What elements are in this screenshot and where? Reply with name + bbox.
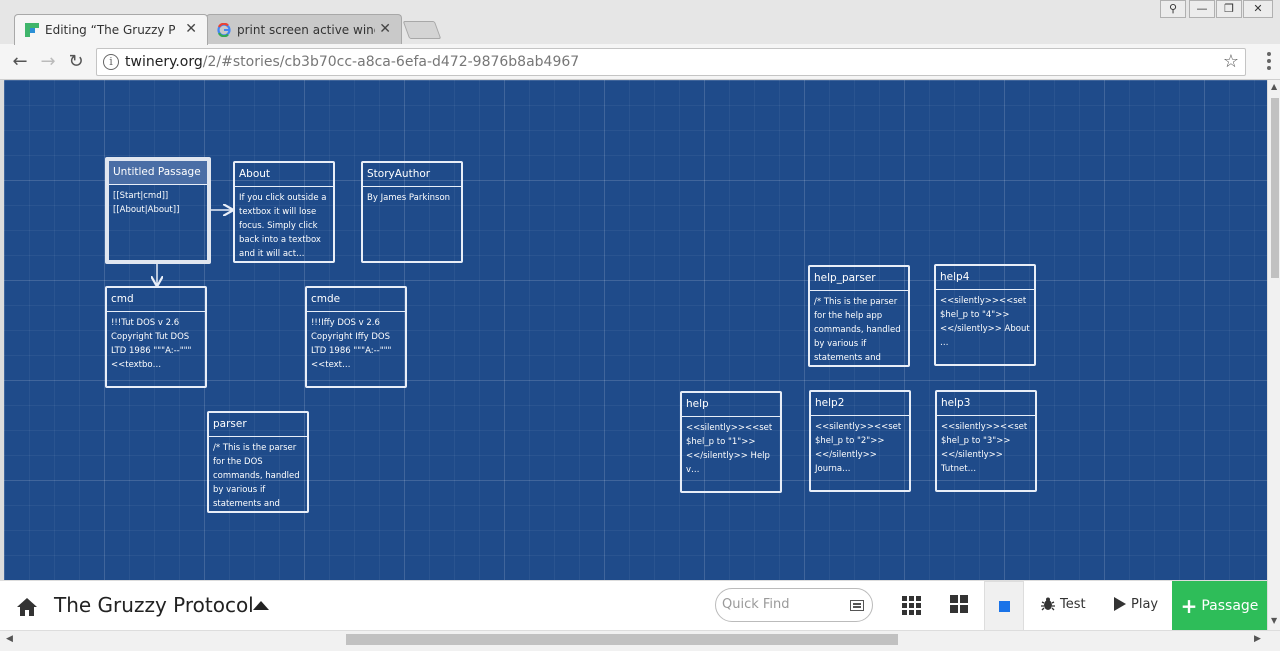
scroll-down-icon[interactable]: ▼ [1271,616,1277,625]
passage-title: help2 [811,392,909,416]
scroll-right-icon[interactable]: ▶ [1254,634,1261,644]
maximize-button[interactable]: ❐ [1216,0,1242,18]
passage-title: Untitled Passage [109,161,207,185]
tab-title: Editing “The Gruzzy Protoc [45,23,175,37]
browser-toolbar: ← → ↻ i twinery.org/2/#stories/cb3b70cc-… [0,44,1280,80]
passage-title: About [235,163,333,187]
passage-excerpt: <<silently>><<set $hel_p to "1">> <</sil… [686,423,773,475]
twine-favicon-icon [25,23,39,37]
tab-twine-editor[interactable]: Editing “The Gruzzy Protoc ✕ [14,14,208,45]
story-toolbar: The Gruzzy Protocol Test [0,580,1267,631]
scroll-up-icon[interactable]: ▲ [1271,82,1277,91]
quick-find-field[interactable] [715,588,873,622]
passage-title: help_parser [810,267,908,291]
minimize-button[interactable]: — [1189,0,1215,18]
test-button[interactable]: Test [1040,596,1086,612]
tab-close-icon[interactable]: ✕ [379,21,391,37]
passage-excerpt: /* This is the parser for the DOS comman… [213,443,300,509]
passage-title: cmd [107,288,205,312]
passage-title: cmde [307,288,405,312]
passage-card-cmde[interactable]: cmde !!!Iffy DOS v 2.6 Copyright Iffy DO… [305,286,407,388]
scroll-left-icon[interactable]: ◀ [6,634,13,644]
passage-card-help2[interactable]: help2 <<silently>><<set $hel_p to "2">> … [809,390,911,492]
back-arrow-icon[interactable]: ← [8,50,32,74]
add-passage-button[interactable]: + Passage [1172,581,1267,631]
new-tab-button[interactable] [402,21,442,39]
vertical-scroll-thumb[interactable] [1271,98,1279,278]
passage-card-cmd[interactable]: cmd !!!Tut DOS v 2.6 Copyright Tut DOS L… [105,286,207,388]
passage-excerpt: [[Start|cmd]] [[About|About]] [113,191,180,215]
tab-title: print screen active window [237,22,375,37]
address-bar[interactable]: i twinery.org/2/#stories/cb3b70cc-a8ca-6… [96,48,1246,76]
passage-excerpt: <<silently>><<set $hel_p to "2">> <</sil… [815,422,902,474]
vertical-scrollbar[interactable]: ▲ ▼ [1267,80,1280,630]
bookmark-star-icon[interactable]: ☆ [1223,51,1239,72]
plus-icon: + [1180,594,1198,618]
passage-excerpt: /* This is the parser for the help app c… [814,297,901,363]
close-window-button[interactable]: ✕ [1243,0,1273,18]
test-label: Test [1060,596,1086,612]
passage-card-parser[interactable]: parser /* This is the parser for the DOS… [207,411,309,513]
passage-excerpt: !!!Tut DOS v 2.6 Copyright Tut DOS LTD 1… [111,318,192,370]
zoom-large-button[interactable] [984,581,1024,631]
google-favicon-icon [217,23,231,37]
passage-card-help-parser[interactable]: help_parser /* This is the parser for th… [808,265,910,367]
bug-icon [1041,597,1055,611]
reload-icon[interactable]: ↻ [64,50,88,74]
passage-excerpt: By James Parkinson [367,193,451,203]
passage-card-untitled[interactable]: Untitled Passage [[Start|cmd]] [[About|A… [105,157,211,264]
url-text[interactable]: twinery.org/2/#stories/cb3b70cc-a8ca-6ef… [125,54,579,70]
passage-excerpt: <<silently>><<set $hel_p to "4">> <</sil… [940,296,1030,348]
passage-excerpt: <<silently>><<set $hel_p to "3">> <</sil… [941,422,1028,474]
tab-google-search[interactable]: print screen active window ✕ [206,14,402,44]
tab-close-icon[interactable]: ✕ [185,21,197,37]
zoom-small-icon[interactable] [902,593,926,617]
play-icon [1114,597,1126,611]
passage-title: parser [209,413,307,437]
zoom-large-icon [999,601,1010,612]
forward-arrow-icon[interactable]: → [36,50,60,74]
story-map[interactable]: Untitled Passage [[Start|cmd]] [[About|A… [4,80,1267,580]
passage-excerpt: If you click outside a textbox it will l… [239,193,327,259]
passage-card-help4[interactable]: help4 <<silently>><<set $hel_p to "4">> … [934,264,1036,366]
quick-find-input[interactable] [722,597,842,612]
passage-card-storyauthor[interactable]: StoryAuthor By James Parkinson [361,161,463,263]
home-icon[interactable] [16,597,38,617]
horizontal-scrollbar[interactable]: ◀ ▶ [0,630,1280,651]
info-icon[interactable]: i [103,54,119,70]
passage-title: help3 [937,392,1035,416]
passage-excerpt: !!!Iffy DOS v 2.6 Copyright Iffy DOS LTD… [311,318,392,370]
user-profile-icon[interactable]: ⚲ [1160,0,1186,18]
passage-title: help4 [936,266,1034,290]
play-label: Play [1131,596,1159,612]
zoom-medium-icon[interactable] [950,593,974,617]
browser-titlebar: Editing “The Gruzzy Protoc ✕ print scree… [0,0,1280,45]
play-button[interactable]: Play [1113,596,1158,612]
story-title[interactable]: The Gruzzy Protocol [54,593,254,617]
find-options-icon[interactable] [850,600,864,611]
passage-label: Passage [1201,598,1259,614]
browser-menu-icon[interactable] [1267,52,1271,73]
passage-card-help3[interactable]: help3 <<silently>><<set $hel_p to "3">> … [935,390,1037,492]
passage-title: help [682,393,780,417]
passage-card-help[interactable]: help <<silently>><<set $hel_p to "1">> <… [680,391,782,493]
passage-title: StoryAuthor [363,163,461,187]
passage-card-about[interactable]: About If you click outside a textbox it … [233,161,335,263]
caret-up-icon[interactable] [253,601,269,610]
horizontal-scroll-thumb[interactable] [346,634,898,645]
